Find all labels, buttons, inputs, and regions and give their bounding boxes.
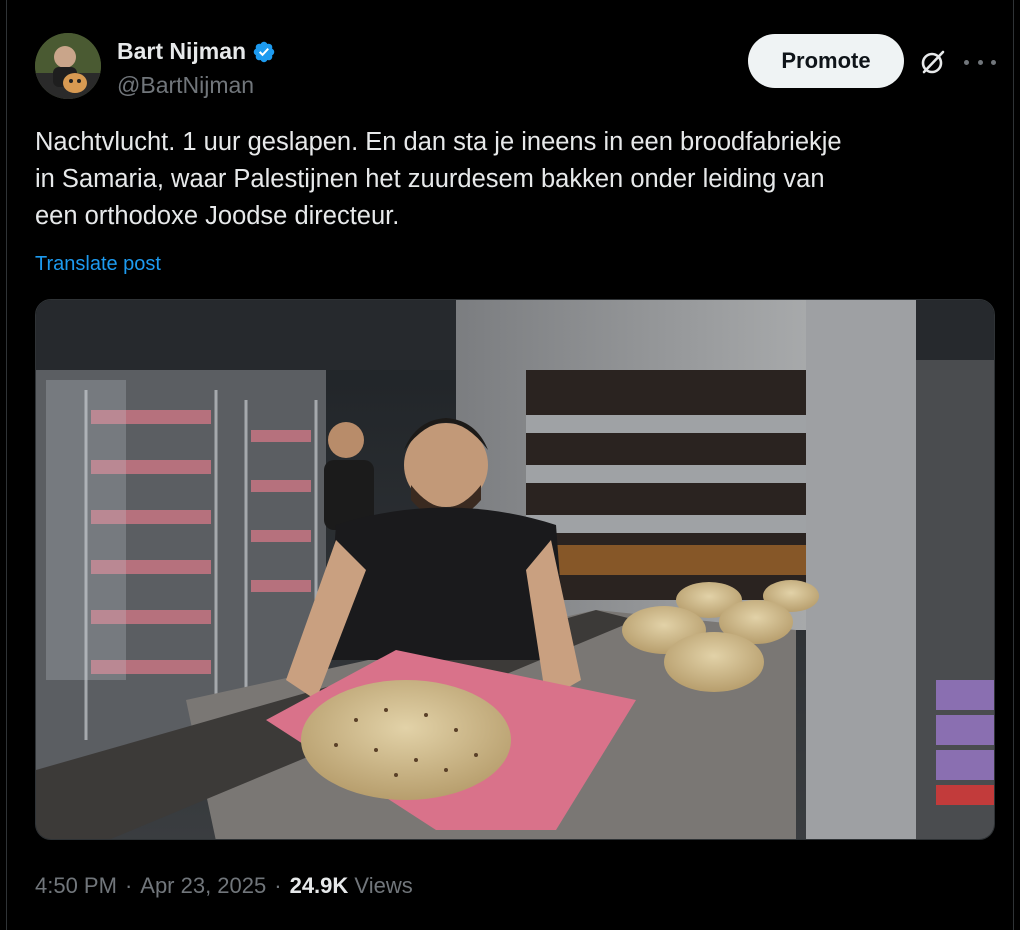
more-icon[interactable] bbox=[964, 50, 996, 74]
views-stat[interactable]: 24.9K Views bbox=[290, 873, 413, 899]
translate-post-link[interactable]: Translate post bbox=[35, 253, 161, 276]
verified-badge-icon bbox=[253, 41, 275, 62]
more-dot-icon bbox=[991, 59, 996, 65]
left-divider bbox=[6, 0, 7, 930]
grok-icon[interactable] bbox=[919, 48, 947, 76]
post-photo[interactable] bbox=[35, 299, 995, 840]
post-date[interactable]: Apr 23, 2025 bbox=[140, 873, 266, 899]
promote-button[interactable]: Promote bbox=[748, 34, 904, 88]
more-dot-icon bbox=[977, 59, 983, 65]
author-name-row[interactable]: Bart Nijman bbox=[117, 38, 276, 65]
right-divider bbox=[1013, 0, 1014, 930]
post-meta: 4:50 PM · Apr 23, 2025 · 24.9K Views bbox=[35, 873, 413, 899]
meta-separator: · bbox=[124, 873, 133, 898]
photo-bakery-icon bbox=[36, 300, 994, 839]
meta-separator: · bbox=[274, 873, 282, 898]
views-count: 24.9K bbox=[289, 873, 349, 898]
post-text: Nachtvlucht. 1 uur geslapen. En dan sta … bbox=[35, 128, 842, 230]
author-handle[interactable]: @BartNijman bbox=[117, 72, 254, 99]
post-time[interactable]: 4:50 PM bbox=[35, 873, 117, 899]
views-label: Views bbox=[354, 873, 413, 898]
author-display-name[interactable]: Bart Nijman bbox=[117, 38, 246, 65]
avatar-image bbox=[35, 33, 101, 99]
avatar[interactable] bbox=[35, 33, 101, 99]
more-dot-icon bbox=[964, 59, 969, 65]
